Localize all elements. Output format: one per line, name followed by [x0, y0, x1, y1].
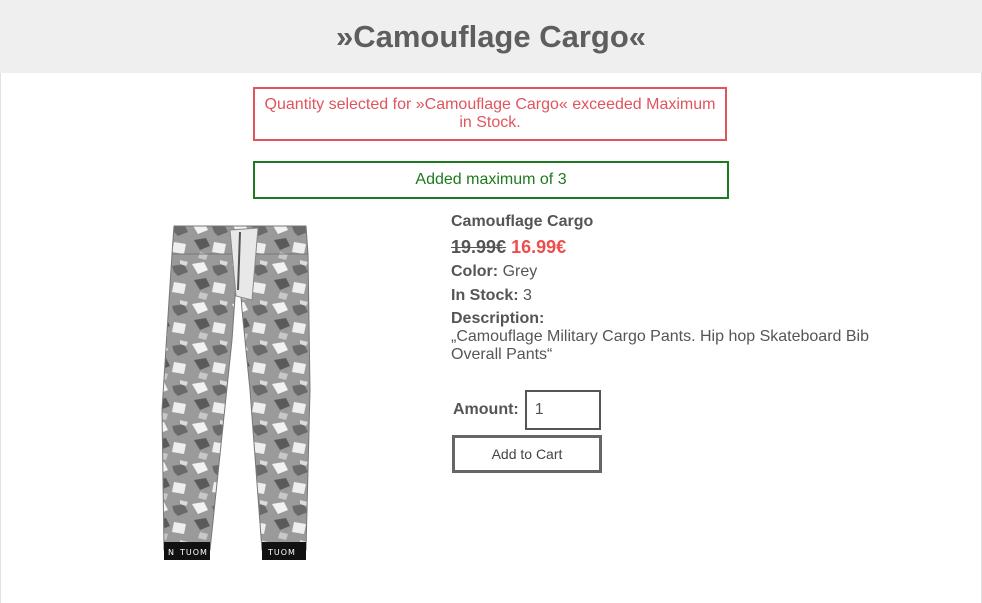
stock-label: In Stock: [451, 287, 519, 304]
stock-value: 3 [523, 287, 532, 304]
amount-label: Amount: [453, 401, 519, 418]
old-price: 19.99€ [451, 237, 507, 257]
error-alert: Quantity selected for »Camouflage Cargo«… [253, 87, 727, 141]
svg-text:TUOM: TUOM [179, 548, 208, 557]
description-text: „Camouflage Military Cargo Pants. Hip ho… [451, 328, 869, 363]
product-image: N TUOM TUOM [161, 225, 311, 560]
price: 19.99€ 16.99€ [451, 236, 891, 258]
amount-field-group: Amount: [453, 390, 601, 430]
svg-text:N: N [168, 548, 175, 557]
stock-row: In Stock: 3 [451, 286, 891, 306]
product-name: Camouflage Cargo [451, 213, 594, 230]
sale-price: 16.99€ [511, 237, 567, 257]
product-info: Camouflage Cargo 19.99€ 16.99€ Color: Gr… [451, 212, 891, 364]
add-to-cart-button[interactable]: Add to Cart [452, 435, 602, 473]
success-alert: Added maximum of 3 [253, 161, 729, 199]
page-title: »Camouflage Cargo« [335, 18, 647, 54]
amount-input[interactable] [524, 390, 601, 430]
page-header: »Camouflage Cargo« [0, 0, 982, 73]
color-label: Color: [451, 263, 499, 280]
svg-text:TUOM: TUOM [267, 548, 296, 557]
color-value: Grey [502, 263, 538, 280]
color-row: Color: Grey [451, 262, 891, 282]
description-label: Description: [451, 310, 545, 327]
